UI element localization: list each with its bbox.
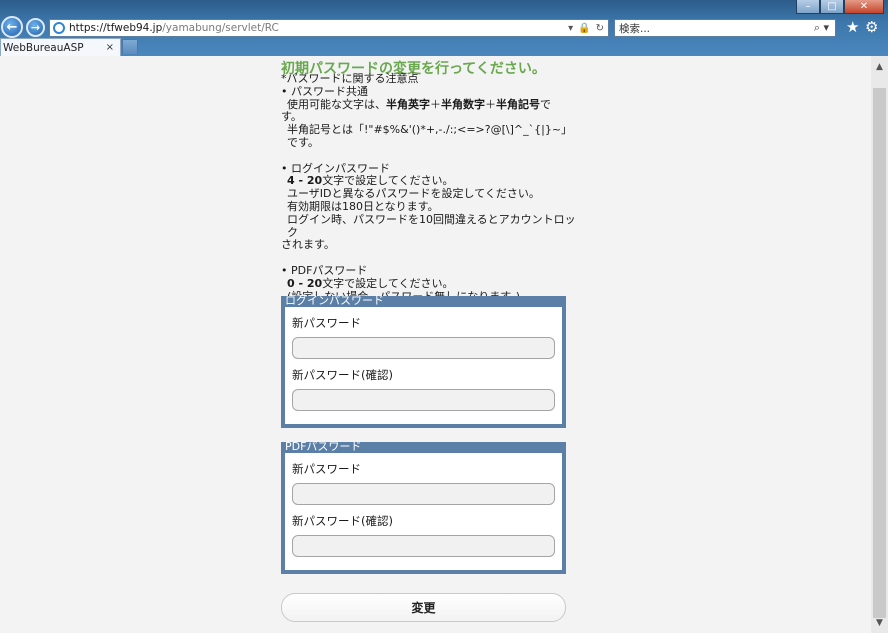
forward-arrow-icon: → [30, 21, 41, 34]
pdf-panel-header: PDFパスワード [285, 441, 562, 453]
refresh-icon[interactable]: ↻ [596, 23, 604, 34]
back-button[interactable]: ← [1, 16, 23, 38]
dropdown-icon[interactable]: ▾ [568, 23, 573, 34]
symbol-definition: 半角記号とは「!"#$%&'()*+,-./:;<=>?@[\]^_`{|}~」… [287, 123, 573, 149]
login-range-value: 4 - 20 [287, 174, 323, 188]
back-arrow-icon: ← [6, 19, 18, 35]
alpha-label: 半角英字 [386, 97, 430, 111]
login-password-panel: ログインパスワード 新パスワード 新パスワード(確認) [281, 295, 566, 428]
plus-sign: ＋ [485, 97, 496, 111]
window-controls: – □ ✕ [796, 0, 884, 14]
forward-button[interactable]: → [26, 18, 45, 37]
common-rule-suffix: で [540, 97, 551, 111]
scroll-thumb[interactable] [873, 88, 886, 618]
password-notes: *パスワードに関する注意点 • パスワード共通 使用可能な文字は、半角英字＋半角… [281, 72, 581, 303]
pdf-confirm-label: 新パスワード(確認) [292, 514, 393, 528]
address-bar[interactable]: https://tfweb94.jp/yamabung/servlet/RC ▾… [49, 19, 609, 37]
tab-webbureauasp[interactable]: WebBureauASP × [0, 38, 121, 56]
numeric-label: 半角数字 [441, 97, 485, 111]
search-placeholder: 検索... [619, 22, 651, 35]
minimize-button[interactable]: – [796, 0, 820, 14]
star-icon[interactable]: ★ [846, 18, 859, 36]
lock-icon[interactable]: 🔒 [578, 23, 590, 34]
pdf-new-password-input[interactable] [292, 483, 555, 505]
pdf-confirm-password-input[interactable] [292, 535, 555, 557]
login-confirm-label: 新パスワード(確認) [292, 368, 393, 382]
pdf-password-panel: PDFパスワード 新パスワード 新パスワード(確認) [281, 441, 566, 574]
common-rule-line1: 使用可能な文字は、半角英字＋半角数字＋半角記号で [281, 97, 581, 112]
vertical-scrollbar[interactable]: ▲ ▼ [871, 56, 888, 633]
login-rule-lock: ログイン時、パスワードを10回間違えるとアカウントロック [287, 212, 576, 239]
address-tools: ▾ 🔒 ↻ [568, 23, 608, 34]
search-input[interactable]: 検索... ⌕ ▾ [614, 19, 836, 37]
change-button[interactable]: 変更 [281, 593, 566, 622]
maximize-button[interactable]: □ [820, 0, 844, 14]
pdf-new-label: 新パスワード [292, 462, 361, 476]
pdf-range-suffix: 文字で設定してください。 [322, 276, 454, 290]
page-viewport: 初期パスワードの変更を行ってください。 *パスワードに関する注意点 • パスワー… [0, 56, 871, 633]
login-panel-header: ログインパスワード [285, 295, 562, 307]
gear-icon[interactable]: ⚙ [865, 18, 878, 36]
symbol-label: 半角記号 [496, 97, 540, 111]
url-host: https://tfweb94.jp [69, 22, 163, 34]
login-confirm-password-input[interactable] [292, 389, 555, 411]
plus-sign: ＋ [430, 97, 441, 111]
ie-logo-icon [53, 22, 65, 34]
scroll-down-icon[interactable]: ▼ [871, 614, 888, 631]
pdf-range-value: 0 - 20 [287, 276, 323, 290]
url-path: /yamabung/servlet/RC [162, 22, 279, 34]
login-rule-expiry: 有効期限は180日となります。 [287, 199, 439, 213]
login-new-label: 新パスワード [292, 316, 361, 330]
login-rule-lock-cont: されます。 [281, 238, 335, 252]
login-range-suffix: 文字で設定してください。 [322, 174, 454, 188]
close-window-button[interactable]: ✕ [844, 0, 884, 14]
new-tab-button[interactable] [122, 39, 138, 54]
tab-title: WebBureauASP [3, 41, 84, 54]
close-icon[interactable]: × [106, 42, 114, 53]
scroll-up-icon[interactable]: ▲ [871, 58, 888, 75]
common-rule-text: 使用可能な文字は、 [287, 97, 386, 111]
login-new-password-input[interactable] [292, 337, 555, 359]
search-icon[interactable]: ⌕ ▾ [814, 21, 835, 35]
pdf-range: 0 - 20文字で設定してください。 [281, 276, 581, 291]
notes-header: *パスワードに関する注意点 [281, 72, 419, 85]
browser-chrome: – □ ✕ ← → https://tfweb94.jp/yamabung/se… [0, 0, 888, 56]
